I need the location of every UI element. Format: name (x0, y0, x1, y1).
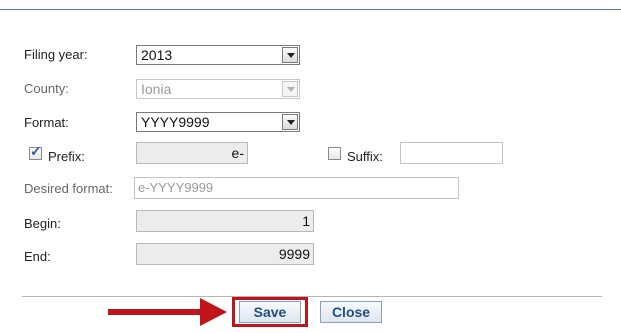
save-button[interactable]: Save (239, 301, 301, 323)
close-button[interactable]: Close (320, 301, 382, 323)
red-arrow-icon (108, 298, 227, 326)
